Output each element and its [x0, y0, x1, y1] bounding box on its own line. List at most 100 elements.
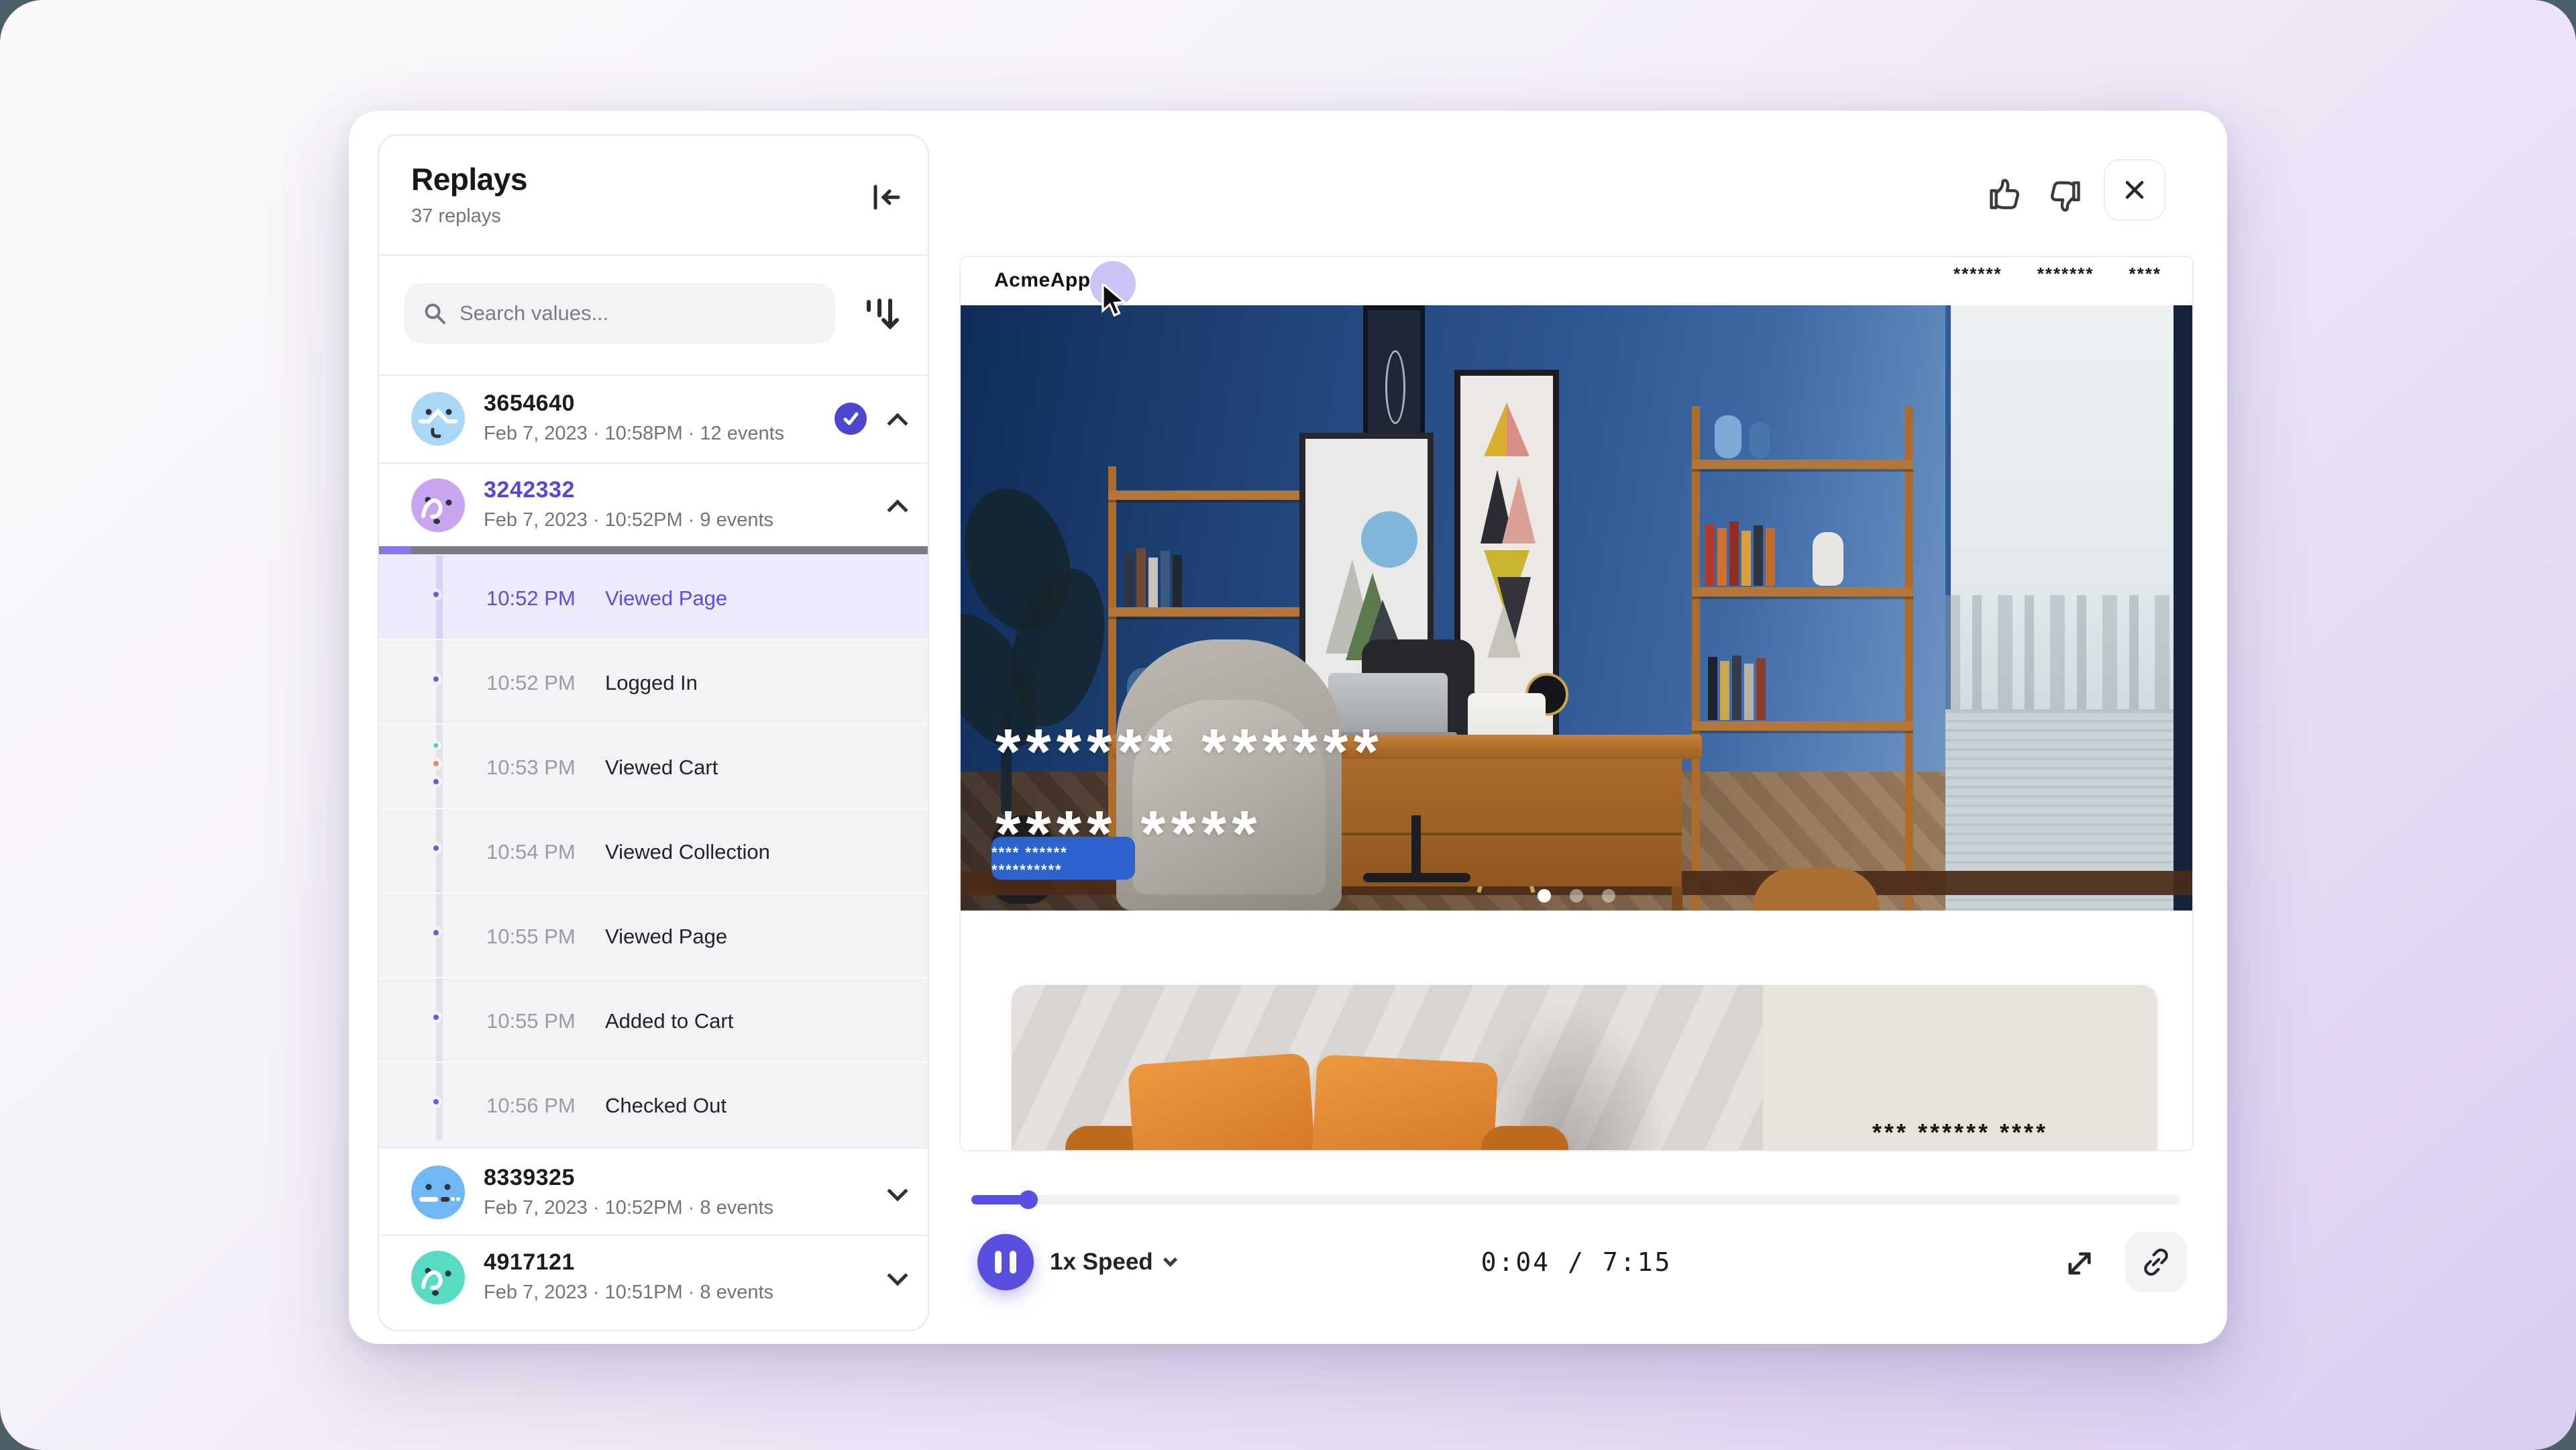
event-dot: [430, 927, 442, 939]
nav-item-masked: ******: [1953, 264, 2002, 284]
replay-modal: Replays 37 replays: [349, 111, 2227, 1344]
hero-cta-button[interactable]: **** ****** **********: [991, 837, 1135, 880]
product-card[interactable]: *** ****** ****: [1012, 985, 2157, 1150]
chevron-down-icon[interactable]: [887, 1180, 908, 1201]
session-row-4917121[interactable]: 4917121 Feb 7, 2023 · 10:51PM · 8 events: [379, 1235, 928, 1318]
session-id: 4917121: [484, 1249, 575, 1276]
product-text-panel: *** ****** ****: [1763, 985, 2157, 1150]
current-time: 0:04: [1481, 1247, 1551, 1277]
expand-icon: [2062, 1246, 2097, 1281]
search-icon: [421, 299, 449, 327]
event-time: 10:56 PM: [486, 1094, 576, 1118]
site-content-section: *** ****** ****: [961, 911, 2192, 1150]
event-row[interactable]: 10:52 PM Viewed Page: [379, 554, 928, 639]
product-title-masked: *** ****** ****: [1872, 1092, 2048, 1147]
watched-badge: [835, 403, 867, 435]
replay-count: 37 replays: [411, 205, 501, 227]
close-icon: [2121, 176, 2148, 203]
avatar: [411, 1251, 465, 1304]
session-meta: Feb 7, 2023 · 10:58PM · 12 events: [484, 423, 784, 445]
event-dot: [430, 673, 442, 685]
event-row[interactable]: 10:52 PM Logged In: [379, 639, 928, 723]
chevron-down-icon[interactable]: [887, 1265, 908, 1286]
session-id: 3654640: [484, 391, 575, 417]
check-icon: [841, 409, 861, 429]
event-time: 10:52 PM: [486, 586, 576, 611]
event-time: 10:55 PM: [486, 1009, 576, 1033]
event-dot-orange: [430, 758, 442, 770]
site-header: AcmeApp ****** ******* ****: [961, 257, 2192, 305]
session-row-3654640[interactable]: 3654640 Feb 7, 2023 · 10:58PM · 12 event…: [379, 376, 928, 462]
session-meta: Feb 7, 2023 · 10:52PM · 9 events: [484, 509, 773, 531]
site-brand: AcmeApp: [994, 269, 1091, 292]
session-row-3242332[interactable]: 3242332 Feb 7, 2023 · 10:52PM · 9 events: [379, 462, 928, 546]
session-id: 8339325: [484, 1165, 575, 1191]
carousel-dot-active[interactable]: [1538, 889, 1551, 902]
collapse-sidebar-button[interactable]: [863, 174, 909, 220]
session-load-progress: [379, 546, 928, 554]
duration: 7:15: [1603, 1247, 1672, 1277]
office-chair-post: [1411, 815, 1421, 876]
product-photo-sofa: [1012, 985, 1763, 1150]
search-input[interactable]: [460, 301, 808, 325]
event-row[interactable]: 10:56 PM Checked Out: [379, 1061, 928, 1146]
time-display: 0:04 / 7:15: [961, 1247, 2192, 1277]
event-label: Checked Out: [605, 1094, 727, 1118]
sort-icon: [859, 293, 902, 335]
fullscreen-button[interactable]: [2058, 1242, 2101, 1285]
chevron-up-icon[interactable]: [887, 499, 908, 520]
time-separator: /: [1550, 1247, 1603, 1277]
playback-progress-thumb[interactable]: [1019, 1190, 1038, 1209]
carousel-dot[interactable]: [1602, 889, 1615, 902]
close-button[interactable]: [2104, 159, 2165, 221]
session-meta: Feb 7, 2023 · 10:51PM · 8 events: [484, 1282, 773, 1304]
replay-viewport: AcmeApp ****** ******* ****: [961, 257, 2192, 1150]
avatar: [411, 1166, 465, 1219]
hero-headline-masked: ****** ******: [996, 720, 1384, 784]
event-dot-purple: [430, 776, 442, 788]
session-row-8339325[interactable]: 8339325 Feb 7, 2023 · 10:52PM · 8 events: [379, 1147, 928, 1235]
event-time: 10:54 PM: [486, 840, 576, 864]
event-label: Logged In: [605, 671, 698, 695]
cta-label-masked: **** ****** **********: [991, 844, 1135, 879]
event-dot: [430, 588, 442, 601]
event-time: 10:52 PM: [486, 671, 576, 695]
thumbs-down-button[interactable]: [2043, 175, 2086, 218]
link-icon: [2139, 1245, 2173, 1279]
avatar: [411, 478, 465, 532]
event-label: Viewed Cart: [605, 756, 718, 780]
event-list: 10:52 PM Viewed Page 10:52 PM Logged In …: [379, 554, 928, 1147]
page-title: Replays: [411, 161, 527, 197]
carousel-dot[interactable]: [1570, 889, 1583, 902]
copy-link-button[interactable]: [2125, 1232, 2187, 1292]
collapse-panel-icon: [869, 180, 904, 215]
nav-item-masked: ****: [2129, 264, 2161, 284]
thumbs-up-icon: [1986, 174, 2025, 213]
thumbs-down-icon: [2045, 177, 2084, 216]
sort-button[interactable]: [853, 286, 909, 342]
event-row[interactable]: 10:54 PM Viewed Collection: [379, 808, 928, 892]
cursor-icon: [1102, 284, 1132, 319]
chevron-up-icon[interactable]: [887, 413, 908, 433]
session-meta: Feb 7, 2023 · 10:52PM · 8 events: [484, 1197, 773, 1219]
playback-progress-bar[interactable]: [971, 1195, 2180, 1204]
office-chair-base: [1363, 873, 1470, 882]
session-load-progress-fill: [380, 546, 411, 554]
search-box[interactable]: [405, 283, 835, 344]
nav-item-masked: *******: [2037, 264, 2094, 284]
bookshelf-right: [1692, 406, 1913, 909]
replays-sidebar: Replays 37 replays: [378, 134, 929, 1331]
thumbs-up-button[interactable]: [1984, 172, 2027, 215]
event-label: Viewed Page: [605, 586, 727, 611]
curtain: [2174, 305, 2192, 911]
event-dot: [430, 1011, 442, 1023]
avatar: [411, 392, 465, 446]
divider: [379, 254, 928, 256]
event-label: Added to Cart: [605, 1009, 733, 1033]
app-screen: Replays 37 replays: [0, 0, 2576, 1450]
event-row[interactable]: 10:55 PM Viewed Page: [379, 892, 928, 977]
city-skyline: [1945, 595, 2174, 709]
carousel-dots: [961, 889, 2192, 902]
event-row[interactable]: 10:55 PM Added to Cart: [379, 977, 928, 1061]
event-row[interactable]: 10:53 PM Viewed Cart: [379, 723, 928, 808]
